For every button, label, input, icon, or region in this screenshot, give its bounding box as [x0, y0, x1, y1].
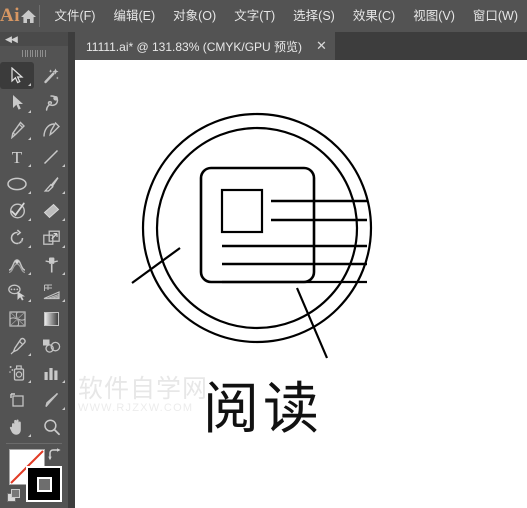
menu-object[interactable]: 对象(O) [164, 0, 225, 32]
tool-direct-selection[interactable] [0, 89, 34, 116]
default-fill-stroke-icon[interactable] [7, 489, 21, 503]
collapse-panel-icon[interactable]: ◀◀ [0, 32, 68, 46]
tool-selection[interactable] [0, 62, 34, 89]
tools-divider [6, 443, 62, 444]
inner-circle[interactable] [155, 126, 359, 330]
tool-blend[interactable] [34, 332, 68, 359]
tool-rotate[interactable] [0, 224, 34, 251]
tool-hand[interactable] [0, 413, 34, 440]
tool-flyout-indicator [62, 299, 65, 302]
tool-mesh[interactable] [0, 305, 34, 332]
document-tab[interactable]: 11111.ai* @ 131.83% (CMYK/GPU 预览) ✕ [75, 32, 335, 60]
illustrator-window: Ai 文件(F) 编辑(E) 对象(O) 文字(T) 选择(S) 效果(C) 视… [0, 0, 527, 508]
menu-bar: Ai 文件(F) 编辑(E) 对象(O) 文字(T) 选择(S) 效果(C) 视… [0, 0, 527, 32]
menu-select[interactable]: 选择(S) [284, 0, 344, 32]
tool-grid: T [0, 62, 68, 440]
swap-fill-stroke-icon[interactable] [48, 448, 62, 462]
tool-width[interactable] [0, 251, 34, 278]
tool-flyout-indicator [62, 380, 65, 383]
tool-flyout-indicator [28, 110, 31, 113]
tool-flyout-indicator [28, 299, 31, 302]
tool-flyout-indicator [62, 245, 65, 248]
thumbnail-square[interactable] [220, 188, 264, 234]
tool-flyout-indicator [28, 380, 31, 383]
menu-edit[interactable]: 编辑(E) [104, 0, 164, 32]
tool-paintbrush[interactable] [34, 170, 68, 197]
tool-flyout-indicator [28, 272, 31, 275]
slash-line-2[interactable] [295, 287, 329, 359]
tool-flyout-indicator [28, 137, 31, 140]
tool-eyedropper[interactable] [0, 332, 34, 359]
tool-type[interactable]: T [0, 143, 34, 170]
tool-flyout-indicator [62, 272, 65, 275]
menu-divider [39, 5, 40, 27]
panel-rail [68, 32, 75, 508]
close-icon[interactable]: ✕ [316, 40, 327, 53]
tool-pen[interactable] [0, 116, 34, 143]
menu-file[interactable]: 文件(F) [46, 0, 105, 32]
tool-perspective-grid[interactable] [34, 278, 68, 305]
tool-eraser[interactable] [34, 197, 68, 224]
menu-view[interactable]: 视图(V) [404, 0, 464, 32]
tool-flyout-indicator [62, 218, 65, 221]
home-icon[interactable] [20, 0, 37, 32]
tool-flyout-indicator [28, 164, 31, 167]
tool-flyout-indicator [62, 191, 65, 194]
tool-flyout-indicator [28, 434, 31, 437]
tool-gradient[interactable] [34, 305, 68, 332]
fill-stroke-controls [0, 447, 68, 508]
menu-effect[interactable]: 效果(C) [344, 0, 404, 32]
document-tab-title: 11111.ai* @ 131.83% (CMYK/GPU 预览) [86, 39, 303, 54]
tool-lasso[interactable] [34, 89, 68, 116]
panel-drag-grip[interactable] [0, 46, 68, 60]
tool-scale[interactable] [34, 224, 68, 251]
svg-text:T: T [12, 148, 23, 166]
tool-artboard[interactable] [0, 386, 34, 413]
outer-circle[interactable] [141, 112, 373, 344]
ai-logo: Ai [0, 5, 20, 26]
slash-line-1[interactable] [131, 247, 181, 284]
tool-shaper[interactable] [0, 197, 34, 224]
document-tab-bar: 11111.ai* @ 131.83% (CMYK/GPU 预览) ✕ [75, 32, 527, 60]
artboard-canvas[interactable]: 软件自学网 WWW.RJZXW.COM 阅读 [75, 60, 527, 508]
tool-flyout-indicator [62, 164, 65, 167]
menu-window[interactable]: 窗口(W) [464, 0, 527, 32]
menu-type[interactable]: 文字(T) [225, 0, 284, 32]
tool-ellipse[interactable] [0, 170, 34, 197]
tool-flyout-indicator [28, 353, 31, 356]
tool-column-graph[interactable] [34, 359, 68, 386]
tool-line[interactable] [34, 143, 68, 170]
tool-flyout-indicator [28, 245, 31, 248]
tool-slice[interactable] [34, 386, 68, 413]
tool-free-transform[interactable] [34, 251, 68, 278]
tool-curvature[interactable] [34, 116, 68, 143]
tool-flyout-indicator [28, 218, 31, 221]
stroke-swatch[interactable] [26, 466, 62, 502]
tool-magic-wand[interactable] [34, 62, 68, 89]
tool-flyout-indicator [28, 83, 31, 86]
artwork-label[interactable]: 阅读 [203, 382, 323, 438]
tool-zoom[interactable] [34, 413, 68, 440]
tool-flyout-indicator [62, 407, 65, 410]
tool-shape-builder[interactable] [0, 278, 34, 305]
tool-flyout-indicator [28, 191, 31, 194]
tool-symbol-sprayer[interactable] [0, 359, 34, 386]
menu-item-list: 文件(F) 编辑(E) 对象(O) 文字(T) 选择(S) 效果(C) 视图(V… [46, 0, 527, 32]
tools-panel: ◀◀ T [0, 32, 68, 508]
